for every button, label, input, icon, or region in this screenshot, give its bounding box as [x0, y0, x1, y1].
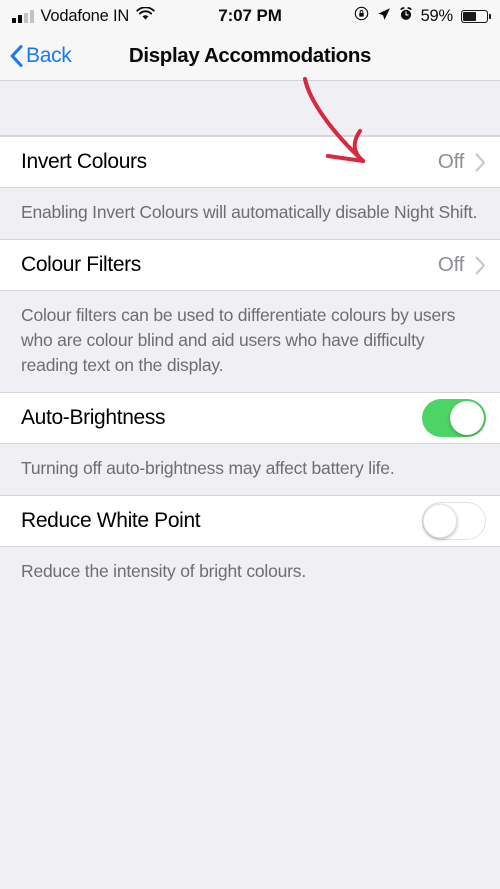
wifi-icon	[136, 5, 155, 26]
status-bar-right: 59%	[354, 6, 491, 26]
row-label: Colour Filters	[21, 253, 141, 276]
battery-percentage: 59%	[420, 6, 454, 25]
footer-reduce-white-point: Reduce the intensity of bright colours.	[0, 547, 500, 606]
location-arrow-icon	[377, 7, 391, 26]
chevron-right-icon	[475, 152, 486, 172]
row-value: Off	[437, 253, 464, 276]
setting-row-auto-brightness[interactable]: Auto-Brightness	[0, 392, 500, 444]
status-bar-left: Vodafone IN	[12, 5, 155, 26]
back-button-label: Back	[26, 44, 72, 67]
row-label: Reduce White Point	[21, 509, 201, 532]
auto-brightness-toggle[interactable]	[422, 399, 486, 437]
iphone-settings-screen: Vodafone IN 7:07 PM 59% Back Display Acc…	[0, 0, 500, 889]
chevron-left-icon	[10, 45, 23, 67]
chevron-right-icon	[475, 255, 486, 275]
footer-auto-brightness: Turning off auto-brightness may affect b…	[0, 444, 500, 495]
setting-row-colour-filters[interactable]: Colour Filters Off	[0, 239, 500, 291]
row-label: Invert Colours	[21, 150, 147, 173]
page-title: Display Accommodations	[128, 44, 372, 67]
status-bar: Vodafone IN 7:07 PM 59%	[0, 0, 500, 32]
setting-row-reduce-white-point[interactable]: Reduce White Point	[0, 495, 500, 547]
row-label: Auto-Brightness	[21, 406, 166, 429]
battery-icon	[461, 9, 491, 23]
toggle-knob	[423, 503, 457, 538]
reduce-white-point-toggle[interactable]	[422, 502, 486, 540]
navigation-bar: Back Display Accommodations	[0, 32, 500, 81]
list-top-spacer	[0, 81, 500, 136]
alarm-clock-icon	[399, 6, 413, 26]
row-value: Off	[437, 150, 464, 173]
footer-colour-filters: Colour filters can be used to differenti…	[0, 291, 500, 392]
rotation-lock-icon	[354, 6, 369, 26]
setting-row-invert-colours[interactable]: Invert Colours Off	[0, 136, 500, 188]
footer-invert-colours: Enabling Invert Colours will automatical…	[0, 188, 500, 239]
carrier-name: Vodafone IN	[40, 6, 130, 25]
back-button[interactable]: Back	[0, 44, 72, 68]
signal-bars-icon	[12, 10, 34, 23]
toggle-knob	[450, 401, 484, 435]
